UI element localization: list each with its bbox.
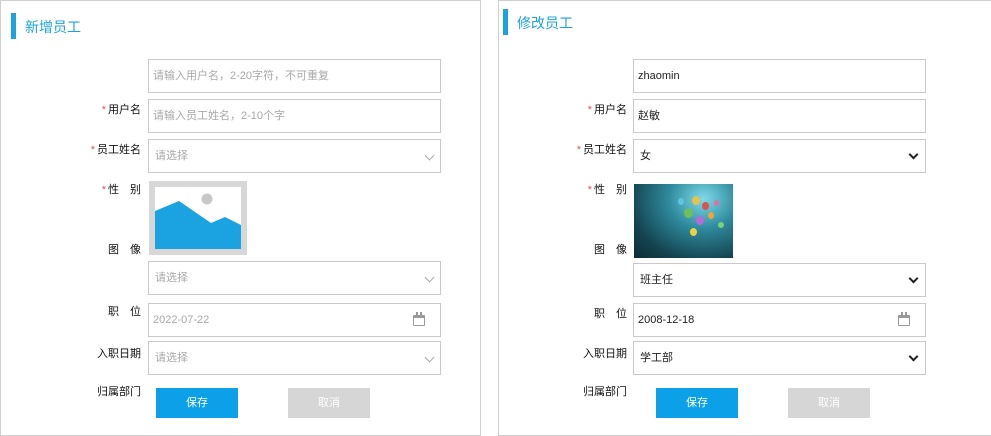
balloon-shape xyxy=(718,222,724,228)
add-department-label: 归属部门 xyxy=(97,386,141,398)
add-realname-label: * 员工姓名 xyxy=(90,144,141,156)
edit-gender-label: * 性 别 xyxy=(587,184,627,196)
edit-position-row: 职 位 班主任 xyxy=(499,263,991,320)
edit-realname-label: * 员工姓名 xyxy=(576,144,627,156)
add-hiredate-label: 入职日期 xyxy=(97,348,141,360)
balloon-shape xyxy=(708,212,714,219)
add-panel-title: 新增员工 xyxy=(11,13,81,39)
chevron-down-icon xyxy=(908,351,919,362)
chevron-down-icon xyxy=(424,352,435,363)
title-accent-bar xyxy=(11,13,16,39)
edit-employee-panel: 修改员工 *用户名 zhaomin *员工姓名 赵敏 *性 别 女 图 像 xyxy=(498,0,991,436)
edit-save-button[interactable]: 保存 xyxy=(656,388,738,418)
edit-hiredate-row: 入职日期 2008-12-18 xyxy=(499,303,991,360)
edit-hiredate-input[interactable]: 2008-12-18 xyxy=(633,303,926,337)
edit-position-label: 职 位 xyxy=(594,308,627,320)
title-accent-bar xyxy=(503,9,508,35)
edit-realname-input[interactable]: 赵敏 xyxy=(633,99,926,133)
balloon-shape xyxy=(690,228,697,236)
balloon-shape xyxy=(678,198,684,205)
add-gender-select[interactable]: 请选择 xyxy=(148,139,441,173)
balloon-shape xyxy=(684,208,693,218)
chevron-down-icon xyxy=(424,272,435,283)
balloon-shape xyxy=(692,196,700,205)
edit-position-select[interactable]: 班主任 xyxy=(633,263,926,297)
add-cancel-button[interactable]: 取消 xyxy=(288,388,370,418)
edit-gender-row: * 性 别 女 xyxy=(499,139,991,196)
balloon-shape xyxy=(696,216,704,225)
calendar-icon[interactable] xyxy=(898,312,910,326)
add-realname-row: * 员工姓名 请输入员工姓名，2-10个字 xyxy=(1,99,480,156)
edit-gender-select[interactable]: 女 xyxy=(633,139,926,173)
chevron-down-icon xyxy=(908,149,919,160)
add-position-row: 职 位 请选择 xyxy=(1,261,480,318)
edit-image-row: 图 像 xyxy=(499,184,991,260)
add-position-select[interactable]: 请选择 xyxy=(148,261,441,295)
add-realname-input[interactable]: 请输入员工姓名，2-10个字 xyxy=(148,99,441,133)
edit-realname-row: * 员工姓名 赵敏 xyxy=(499,99,991,156)
add-gender-label: * 性 别 xyxy=(101,184,141,196)
add-gender-row: * 性 别 请选择 xyxy=(1,139,480,196)
edit-username-label: * 用户名 xyxy=(587,104,627,116)
add-image-label: 图 像 xyxy=(108,244,141,256)
image-placeholder-icon[interactable] xyxy=(149,181,247,255)
add-username-label: * 用户名 xyxy=(101,104,141,116)
calendar-icon[interactable] xyxy=(413,312,425,326)
add-employee-panel: 新增员工 * 用户名 请输入用户名，2-20字符，不可重复 * 员工姓名 请输入员工… xyxy=(0,0,481,436)
edit-username-row: * 用户名 zhaomin xyxy=(499,59,991,116)
balloon-shape xyxy=(702,202,709,210)
employee-photo[interactable] xyxy=(634,184,733,258)
edit-department-label: 归属部门 xyxy=(583,386,627,398)
balloon-shape xyxy=(714,200,719,206)
add-hiredate-input[interactable]: 2022-07-22 xyxy=(148,303,441,337)
add-username-input[interactable]: 请输入用户名，2-20字符，不可重复 xyxy=(148,59,441,93)
edit-username-input[interactable]: zhaomin xyxy=(633,59,926,93)
edit-department-select[interactable]: 学工部 xyxy=(633,341,926,375)
add-save-button[interactable]: 保存 xyxy=(156,388,238,418)
mountain-image-icon xyxy=(155,193,241,249)
chevron-down-icon xyxy=(424,150,435,161)
add-department-row: 归属部门 请选择 xyxy=(1,341,480,398)
edit-hiredate-label: 入职日期 xyxy=(583,348,627,360)
chevron-down-icon xyxy=(908,273,919,284)
edit-panel-title: 修改员工 xyxy=(503,9,573,35)
add-image-row: 图 像 xyxy=(1,181,480,257)
add-username-row: * 用户名 请输入用户名，2-20字符，不可重复 xyxy=(1,59,480,116)
edit-image-label: 图 像 xyxy=(594,244,627,256)
add-department-select[interactable]: 请选择 xyxy=(148,341,441,375)
add-position-label: 职 位 xyxy=(108,306,141,318)
edit-department-row: 归属部门 学工部 xyxy=(499,341,991,398)
add-hiredate-row: 入职日期 2022-07-22 xyxy=(1,303,480,360)
edit-cancel-button[interactable]: 取消 xyxy=(788,388,870,418)
